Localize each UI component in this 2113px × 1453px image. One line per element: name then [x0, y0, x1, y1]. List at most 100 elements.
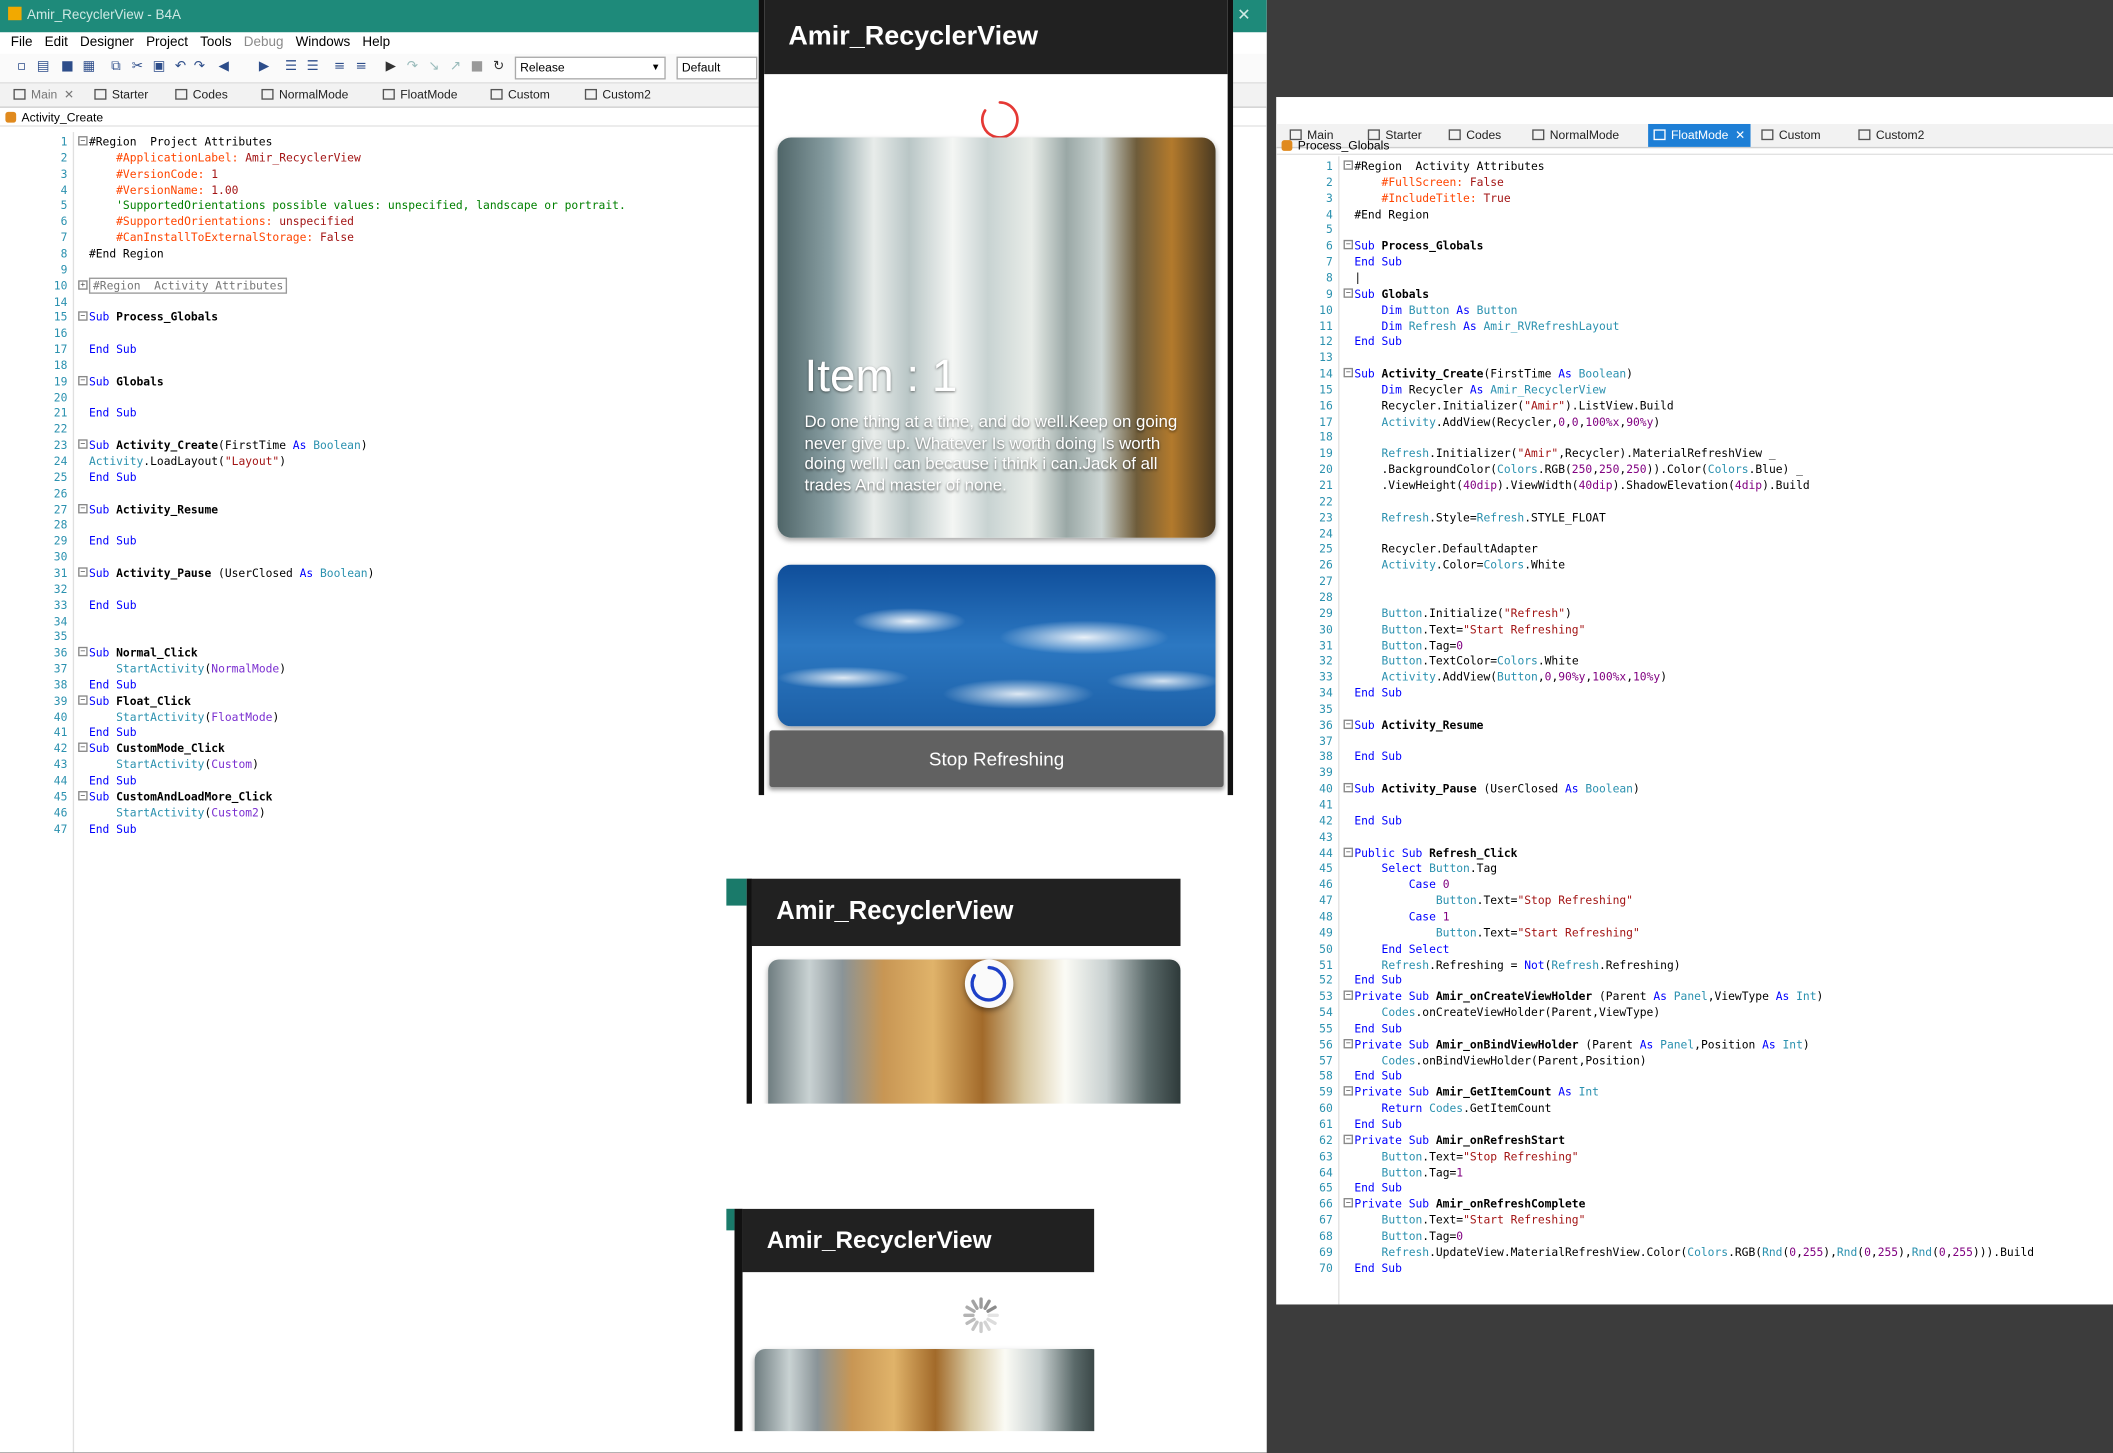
fold-toggle-icon[interactable]: − [78, 695, 88, 705]
code-token: 'SupportedOrientations possible values: … [116, 198, 626, 213]
fold-toggle-icon[interactable]: − [78, 439, 88, 449]
comment-icon[interactable]: ≡ [332, 59, 348, 75]
collapsed-region[interactable]: #Region Activity Attributes [88, 277, 288, 294]
open-file-icon[interactable]: ▤ [35, 59, 51, 75]
fold-toggle-icon[interactable]: − [78, 742, 88, 753]
line-number: 43 [53, 757, 68, 772]
fold-toggle-icon[interactable]: − [1343, 160, 1353, 170]
menu-item-help[interactable]: Help [362, 35, 390, 50]
list-item-card[interactable]: Item : 1 Do one thing at a time, and do … [777, 137, 1216, 538]
stop-refreshing-button[interactable]: Stop Refreshing [769, 730, 1224, 787]
code-token: "Layout" [224, 454, 280, 468]
close-tab-icon[interactable]: ✕ [64, 88, 74, 101]
code-token: End Sub [88, 773, 137, 787]
fold-toggle-icon[interactable]: − [78, 136, 88, 146]
fold-toggle-icon[interactable]: − [78, 311, 88, 322]
outdent-icon[interactable]: ☰ [305, 59, 321, 75]
b4a-app-icon [8, 6, 22, 21]
fold-toggle-icon[interactable]: − [1343, 847, 1353, 857]
code-token: #CanInstallToExternalStorage: [116, 230, 320, 245]
tab-codes[interactable]: Codes [170, 84, 233, 107]
run-icon[interactable]: ▶ [383, 59, 399, 75]
new-file-icon[interactable]: ▫ [13, 59, 29, 75]
step-out-icon[interactable]: ↗ [447, 59, 463, 75]
fold-toggle-icon[interactable]: + [78, 279, 88, 290]
fold-toggle-icon[interactable]: − [1343, 1038, 1353, 1049]
menu-item-edit[interactable]: Edit [45, 35, 68, 50]
code-token: .Color= [1435, 558, 1484, 572]
build-config-select[interactable]: Process_GlobalsRelease▼ [514, 56, 666, 80]
restart-icon[interactable]: ↻ [491, 59, 507, 75]
fold-toggle-icon[interactable]: − [1343, 990, 1353, 1001]
right-ide-close-icon[interactable]: ✕ [1237, 5, 1251, 24]
fold-toggle-icon[interactable]: − [1343, 1134, 1353, 1144]
code-text: Private Sub Amir_onRefreshComplete [1354, 1196, 1585, 1212]
save-icon[interactable]: ■ [59, 59, 75, 75]
right-ide-window: Main Starter Codes NormalMode FloatMode ✕ Cust… [1276, 97, 2113, 1305]
code-token: 0 [1456, 1228, 1464, 1243]
fold-toggle-icon[interactable]: − [78, 647, 88, 657]
tab-floatmode[interactable]: FloatMode [377, 84, 463, 107]
line-number: 14 [53, 294, 68, 308]
code-token: Rnd [1911, 1244, 1933, 1259]
undo-icon[interactable]: ↶ [172, 59, 188, 75]
code-token: .Tag= [1422, 1165, 1457, 1179]
fold-toggle-icon[interactable]: − [1343, 783, 1353, 793]
sub-selector[interactable]: Process_Globals [1276, 136, 2113, 155]
fold-toggle-icon[interactable]: − [78, 567, 88, 577]
menu-item-designer[interactable]: Designer [80, 35, 134, 50]
uncomment-icon[interactable]: ≡ [353, 59, 369, 75]
menu-item-windows[interactable]: Windows [296, 35, 351, 50]
tab-main[interactable]: Main ✕ [8, 84, 80, 107]
spinner-spoke [971, 1299, 979, 1310]
tab-starter[interactable]: Starter [89, 84, 154, 107]
back-icon[interactable]: ◀ [216, 59, 232, 75]
line-number: 40 [1319, 781, 1333, 796]
line-number: 22 [1319, 494, 1333, 508]
menu-item-file[interactable]: File [11, 35, 33, 50]
fold-toggle-icon[interactable]: − [1343, 1198, 1353, 1208]
code-token: (FirstTime [218, 438, 293, 452]
list-item-card[interactable] [777, 564, 1216, 727]
forward-icon[interactable]: ▶ [256, 59, 272, 75]
code-editor[interactable]: 1− #Region Activity Attributes 2 #FullScre… [1276, 156, 2113, 1305]
code-token: Private Sub [1354, 1197, 1436, 1211]
step-in-icon[interactable]: ↘ [426, 59, 442, 75]
step-over-icon[interactable]: ↷ [404, 59, 420, 75]
fold-toggle-icon[interactable]: − [1343, 367, 1353, 378]
build-target-select[interactable]: Default [676, 56, 758, 80]
stop-icon[interactable]: ■ [469, 59, 485, 75]
line-number: 15 [1319, 382, 1333, 397]
save-all-icon[interactable]: ▦ [81, 59, 97, 75]
code-token: ) [258, 805, 266, 819]
code-text: End Sub [1354, 1020, 1402, 1036]
fold-toggle-icon[interactable]: − [1343, 1086, 1353, 1096]
menu-item-tools[interactable]: Tools [200, 35, 231, 50]
code-token: .TextColor= [1422, 654, 1498, 668]
redo-icon[interactable]: ↷ [191, 59, 207, 75]
indent-icon[interactable]: ☰ [283, 59, 299, 75]
fold-toggle-icon[interactable]: − [1343, 288, 1353, 298]
code-token: CustomMode_Click [116, 741, 225, 756]
tab-normalmode[interactable]: NormalMode [256, 84, 354, 107]
code-token: Return [1381, 1101, 1430, 1115]
code-text: Refresh.Style=Refresh.STYLE_FLOAT [1354, 509, 1606, 525]
tab-custom[interactable]: Custom [485, 84, 555, 107]
menu-item-project[interactable]: Project [146, 35, 188, 50]
list-item-card[interactable] [754, 1348, 1095, 1432]
code-token: End Sub [88, 725, 137, 740]
fold-toggle-icon[interactable]: − [1343, 240, 1353, 250]
fold-toggle-icon[interactable]: − [78, 790, 88, 801]
code-token: Button [1381, 638, 1423, 652]
paste-icon[interactable]: ▣ [151, 59, 167, 75]
code-text: Sub Globals [89, 373, 164, 389]
copy-icon[interactable]: ⧉ [108, 59, 124, 75]
fold-toggle-icon[interactable]: − [1343, 719, 1353, 729]
cut-icon[interactable]: ✂ [129, 59, 145, 75]
fold-toggle-icon[interactable]: − [78, 375, 88, 386]
fold-toggle-icon[interactable]: − [78, 503, 88, 513]
tab-custom2[interactable]: Custom2 [579, 84, 656, 107]
menu-item-debug[interactable]: Debug [244, 35, 284, 50]
